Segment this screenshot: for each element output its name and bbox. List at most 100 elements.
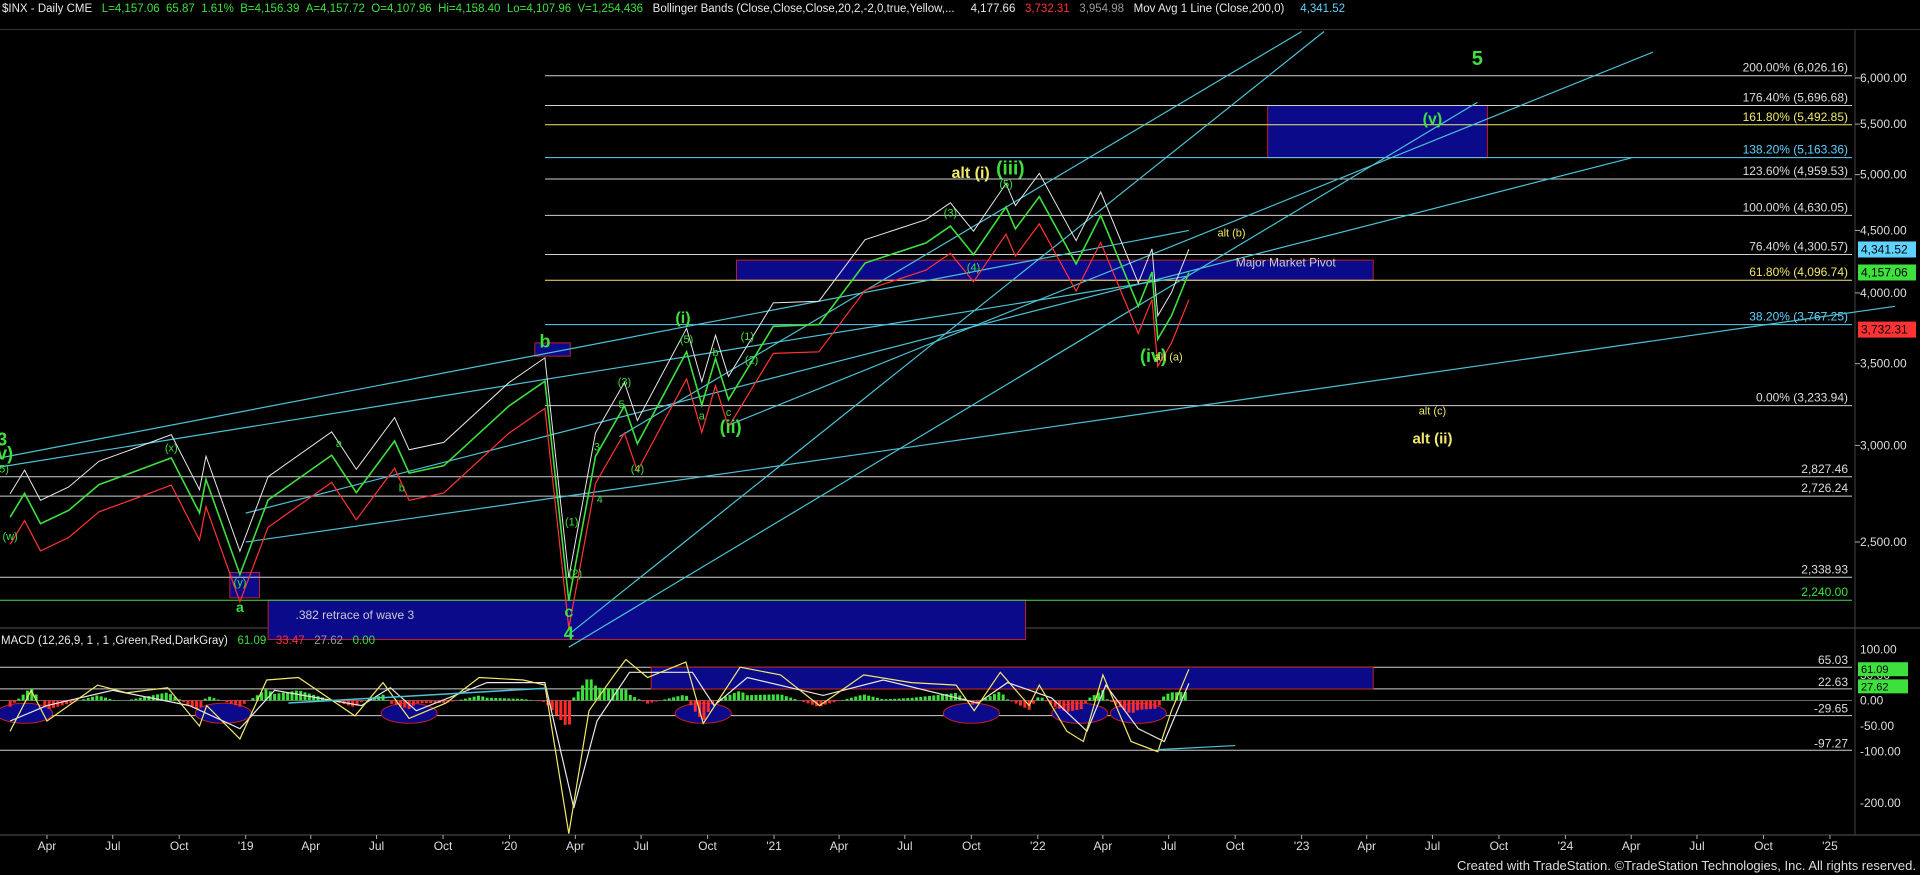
copyright-footer: Created with TradeStation. ©TradeStation…: [1456, 858, 1916, 873]
time-label: Jul: [633, 839, 648, 853]
wave-label: (v): [0, 444, 13, 464]
time-label: Jul: [105, 839, 120, 853]
wave-label: (1): [565, 516, 578, 528]
macd-trendline: [1157, 744, 1236, 751]
wave-label: Major Market Pivot: [1236, 255, 1337, 269]
macd-tag-label: 61.09: [1861, 664, 1889, 676]
wave-label: (3): [618, 376, 631, 388]
time-label: '21: [766, 839, 782, 853]
axis-label: 4,000.00: [1860, 286, 1907, 300]
wave-label: (4): [967, 262, 980, 274]
time-label: Oct: [1226, 839, 1245, 853]
time-label: Apr: [301, 839, 320, 853]
fib-label: 38.20% (3,767.25): [1749, 310, 1848, 324]
time-label: '25: [1822, 839, 1838, 853]
macd-axis-label: -200.00: [1860, 796, 1901, 810]
wave-label: (iii): [996, 159, 1025, 180]
macd-axis-label: 0.00: [1860, 694, 1884, 708]
wave-label: (i): [675, 310, 690, 327]
time-label: Apr: [1357, 839, 1376, 853]
time-label: Oct: [962, 839, 981, 853]
wave-label: 5: [1472, 48, 1483, 70]
wave-label: alt (c): [1419, 405, 1447, 417]
wave-label: (v): [1423, 111, 1443, 128]
wave-label: alt (ii): [1412, 431, 1452, 448]
time-label: Jul: [897, 839, 912, 853]
time-label: '22: [1030, 839, 1046, 853]
time-label: Apr: [1094, 839, 1113, 853]
price-tag-label: 3,732.31: [1861, 323, 1908, 337]
fib-label: 100.00% (4,630.05): [1743, 200, 1848, 214]
wave-label: c: [564, 604, 573, 621]
time-label: Oct: [1754, 839, 1773, 853]
macd-header: MACD (12,26,9, 1 , 1 ,Green,Red,DarkGray…: [1, 635, 375, 647]
zone-box: [1267, 104, 1488, 159]
wave-label: alt (b): [1217, 227, 1245, 239]
wave-label: (2): [745, 355, 758, 367]
fib-label: 2,240.00: [1801, 585, 1848, 599]
fib-levels: 200.00% (6,026.16) 176.40% (5,696.68) 161.…: [0, 61, 1852, 601]
fib-label: 0.00% (3,233.94): [1756, 391, 1848, 405]
axis-label: 3,000.00: [1860, 438, 1907, 452]
time-axis: Apr Jul Oct '19 Apr Jul Oct '20 Apr Jul Oct '21 Apr J…: [38, 835, 1838, 853]
time-label: Oct: [698, 839, 717, 853]
macd-zero-value: 0.00: [352, 635, 375, 647]
wave-label: (2): [569, 568, 582, 580]
fib-label: 61.80% (4,096.74): [1749, 265, 1848, 279]
axis-label: 5,500.00: [1860, 117, 1907, 131]
fib-label: 176.40% (5,696.68): [1743, 90, 1848, 104]
time-label: Oct: [170, 839, 189, 853]
wave-label: 4: [597, 494, 603, 506]
macd-value: 61.09: [237, 635, 267, 647]
macd-line: [9, 658, 1190, 834]
macd-name[interactable]: MACD (12,26,9, 1 , 1 ,Green,Red,DarkGray…: [1, 635, 228, 647]
wave-label: (w): [2, 531, 17, 543]
fib-label: 76.40% (4,300.57): [1749, 239, 1848, 253]
wave-label: .382 retrace of wave 3: [295, 608, 414, 622]
time-label: Apr: [38, 839, 57, 853]
time-label: Jul: [1425, 839, 1440, 853]
wave-label: 5: [618, 399, 624, 411]
fib-label: 161.80% (5,492.85): [1743, 110, 1848, 124]
wave-label: a: [336, 438, 343, 450]
fib-label: 138.20% (5,163.36): [1743, 143, 1848, 157]
axis-label: 4,500.00: [1860, 223, 1907, 237]
time-label: Apr: [830, 839, 849, 853]
wave-label: (1): [741, 331, 754, 343]
time-label: '20: [502, 839, 518, 853]
time-label: Jul: [1161, 839, 1176, 853]
trendlines: [0, 30, 1896, 648]
macd-level-label: 65.03: [1818, 653, 1848, 667]
price-tag-label: 4,341.52: [1861, 242, 1908, 256]
macd-level-label: -97.27: [1814, 736, 1848, 750]
macd-hist-value: 27.62: [314, 635, 344, 647]
price-chart[interactable]: 200.00% (6,026.16) 176.40% (5,696.68) 161.…: [0, 0, 1920, 875]
wave-label: (3): [944, 208, 957, 220]
wave-label: (ii): [720, 417, 742, 437]
time-label: Jul: [1689, 839, 1704, 853]
macd-tag-label: 27.62: [1861, 681, 1889, 693]
macd-signal-value: 33.47: [275, 635, 305, 647]
time-label: Apr: [1622, 839, 1641, 853]
macd-axis-label: -50.00: [1860, 719, 1894, 733]
wave-label: a: [236, 599, 244, 615]
trendline: [568, 101, 1478, 648]
macd-axis-label: -100.00: [1860, 745, 1901, 759]
time-label: Oct: [1490, 839, 1509, 853]
wave-label: 3: [594, 442, 600, 454]
axis-label: 6,000.00: [1860, 71, 1907, 85]
time-label: Oct: [434, 839, 453, 853]
macd-level-label: 22.63: [1818, 675, 1848, 689]
price-tag-label: 4,157.06: [1861, 265, 1908, 279]
wave-label: alt (a): [1155, 352, 1183, 364]
wave-label: alt (i): [952, 165, 990, 182]
price-axis: 6,000.00 5,500.00 5,000.00 4,500.00 4,000.00…: [1855, 71, 1916, 549]
macd-axis-label: 100.00: [1860, 642, 1897, 656]
fib-label: 2,827.46: [1801, 462, 1848, 476]
time-label: Jul: [369, 839, 384, 853]
time-label: '23: [1294, 839, 1310, 853]
price-series: [9, 172, 1190, 629]
wave-label: (5): [0, 464, 9, 476]
axis-label: 2,500.00: [1860, 535, 1907, 549]
fib-label: 2,338.93: [1801, 562, 1848, 576]
